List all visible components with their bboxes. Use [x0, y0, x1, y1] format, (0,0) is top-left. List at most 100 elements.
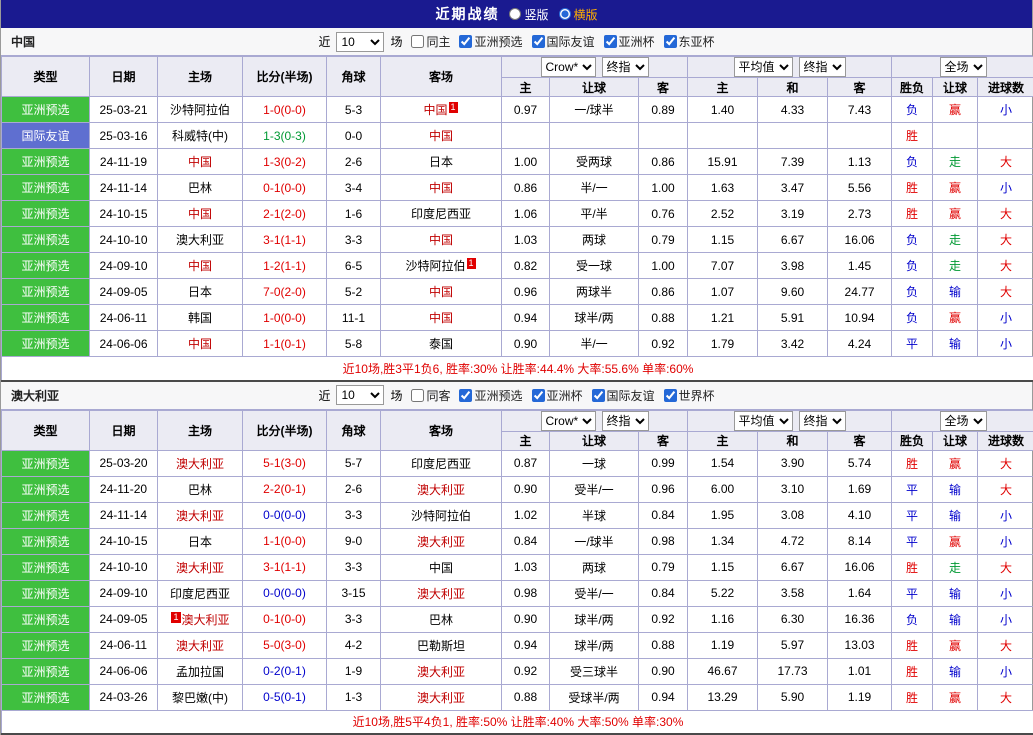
fulltime-header: 全场 [892, 57, 1033, 78]
fulltime-select[interactable]: 全场 [940, 411, 987, 431]
filter-checkbox-亚洲预选[interactable]: 亚洲预选 [459, 387, 522, 404]
away-team: 中国1 [381, 97, 502, 123]
odds-final-select[interactable]: 终指 [602, 57, 649, 77]
checkbox-input[interactable] [604, 35, 617, 48]
avg-final-select[interactable]: 终指 [799, 411, 846, 431]
avg-away: 4.24 [828, 331, 892, 357]
filter-checkbox-亚洲杯[interactable]: 亚洲杯 [604, 33, 655, 50]
avg-away [828, 123, 892, 149]
filter-checkbox-同主[interactable]: 同主 [411, 33, 450, 50]
match-row: 亚洲预选24-09-10印度尼西亚0-0(0-0)3-15澳大利亚0.98受半/… [2, 580, 1033, 606]
odds-away: 0.90 [639, 658, 688, 684]
odds-home: 1.00 [502, 149, 550, 175]
checkbox-input[interactable] [532, 389, 545, 402]
match-type: 亚洲预选 [2, 580, 90, 606]
checkbox-input[interactable] [411, 35, 424, 48]
away-team: 日本 [381, 149, 502, 175]
home-team-name: 中国 [188, 155, 212, 169]
over-under-result: 大 [978, 149, 1033, 175]
result-wdl: 胜 [892, 632, 933, 658]
avg-draw: 3.10 [758, 476, 828, 502]
away-team: 中国 [381, 227, 502, 253]
home-team-name: 巴林 [188, 181, 212, 195]
layout-option-horizontal[interactable]: 横版 [559, 6, 598, 23]
fulltime-select[interactable]: 全场 [940, 57, 987, 77]
filter-checkbox-亚洲杯[interactable]: 亚洲杯 [532, 387, 583, 404]
checkbox-label: 东亚杯 [679, 33, 715, 50]
avg-final-select[interactable]: 终指 [799, 57, 846, 77]
corner-score: 1-9 [327, 658, 381, 684]
games-count-select[interactable]: 10 [336, 32, 384, 52]
filter-checkbox-亚洲预选[interactable]: 亚洲预选 [459, 33, 522, 50]
checkbox-label: 亚洲杯 [547, 387, 583, 404]
filter-controls: 近10场同客亚洲预选亚洲杯国际友谊世界杯 [318, 385, 714, 405]
avg-home: 1.34 [688, 528, 758, 554]
home-team: 沙特阿拉伯 [158, 97, 243, 123]
avg-home: 1.15 [688, 227, 758, 253]
filter-checkbox-国际友谊[interactable]: 国际友谊 [532, 33, 595, 50]
filter-checkbox-同客[interactable]: 同客 [411, 387, 450, 404]
over-under-result: 小 [978, 175, 1033, 201]
odds-source-select[interactable]: Crow* [541, 57, 596, 77]
checkbox-input[interactable] [411, 389, 424, 402]
odds-handicap: 一球 [550, 450, 639, 476]
sub-header: 主 [502, 431, 550, 450]
away-team: 中国 [381, 305, 502, 331]
avg-source-select[interactable]: 平均值 [734, 57, 793, 77]
over-under-result: 大 [978, 279, 1033, 305]
score: 1-3(0-3) [243, 123, 327, 149]
home-team: 澳大利亚 [158, 632, 243, 658]
score: 1-1(0-0) [243, 528, 327, 554]
sub-header: 进球数 [978, 78, 1033, 97]
away-team: 澳大利亚 [381, 658, 502, 684]
home-team: 日本 [158, 528, 243, 554]
vertical-layout-radio[interactable] [509, 8, 521, 20]
home-team-name: 澳大利亚 [176, 233, 224, 247]
match-date: 24-06-11 [90, 632, 158, 658]
column-header: 角球 [327, 410, 381, 450]
checkbox-input[interactable] [664, 35, 677, 48]
checkbox-input[interactable] [664, 389, 677, 402]
checkbox-input[interactable] [592, 389, 605, 402]
home-team: 中国 [158, 331, 243, 357]
odds-handicap: 平/半 [550, 201, 639, 227]
sub-header: 和 [758, 431, 828, 450]
avg-draw: 3.19 [758, 201, 828, 227]
horizontal-layout-radio[interactable] [559, 8, 571, 20]
match-type: 亚洲预选 [2, 97, 90, 123]
odds-home: 0.94 [502, 632, 550, 658]
filter-checkbox-国际友谊[interactable]: 国际友谊 [592, 387, 655, 404]
sub-header: 主 [502, 78, 550, 97]
away-team: 巴勒斯坦 [381, 632, 502, 658]
match-row: 亚洲预选25-03-20澳大利亚5-1(3-0)5-7印度尼西亚0.87一球0.… [2, 450, 1033, 476]
corner-score: 2-6 [327, 476, 381, 502]
match-type: 亚洲预选 [2, 554, 90, 580]
odds-final-select[interactable]: 终指 [602, 411, 649, 431]
avg-source-select[interactable]: 平均值 [734, 411, 793, 431]
odds-source-select[interactable]: Crow* [541, 411, 596, 431]
over-under-result: 大 [978, 450, 1033, 476]
games-count-select[interactable]: 10 [336, 385, 384, 405]
away-team: 澳大利亚 [381, 476, 502, 502]
match-row: 亚洲预选24-06-11澳大利亚5-0(3-0)4-2巴勒斯坦0.94球半/两0… [2, 632, 1033, 658]
layout-option-vertical[interactable]: 竖版 [509, 6, 548, 23]
match-date: 24-09-05 [90, 606, 158, 632]
odds-home: 0.87 [502, 450, 550, 476]
checkbox-input[interactable] [532, 35, 545, 48]
match-date: 24-11-14 [90, 175, 158, 201]
sub-header: 让球 [550, 78, 639, 97]
avg-draw: 3.98 [758, 253, 828, 279]
column-header: 客场 [381, 57, 502, 97]
away-team: 澳大利亚 [381, 528, 502, 554]
filter-checkbox-东亚杯[interactable]: 东亚杯 [664, 33, 715, 50]
filter-checkbox-世界杯[interactable]: 世界杯 [664, 387, 715, 404]
checkbox-input[interactable] [459, 35, 472, 48]
result-wdl: 负 [892, 279, 933, 305]
odds-handicap: 受两球 [550, 149, 639, 175]
handicap-result: 输 [933, 279, 978, 305]
odds-home: 0.84 [502, 528, 550, 554]
avg-draw: 5.90 [758, 684, 828, 710]
checkbox-input[interactable] [459, 389, 472, 402]
odds-away: 0.89 [639, 97, 688, 123]
match-row: 亚洲预选24-06-11韩国1-0(0-0)11-1中国0.94球半/两0.88… [2, 305, 1033, 331]
